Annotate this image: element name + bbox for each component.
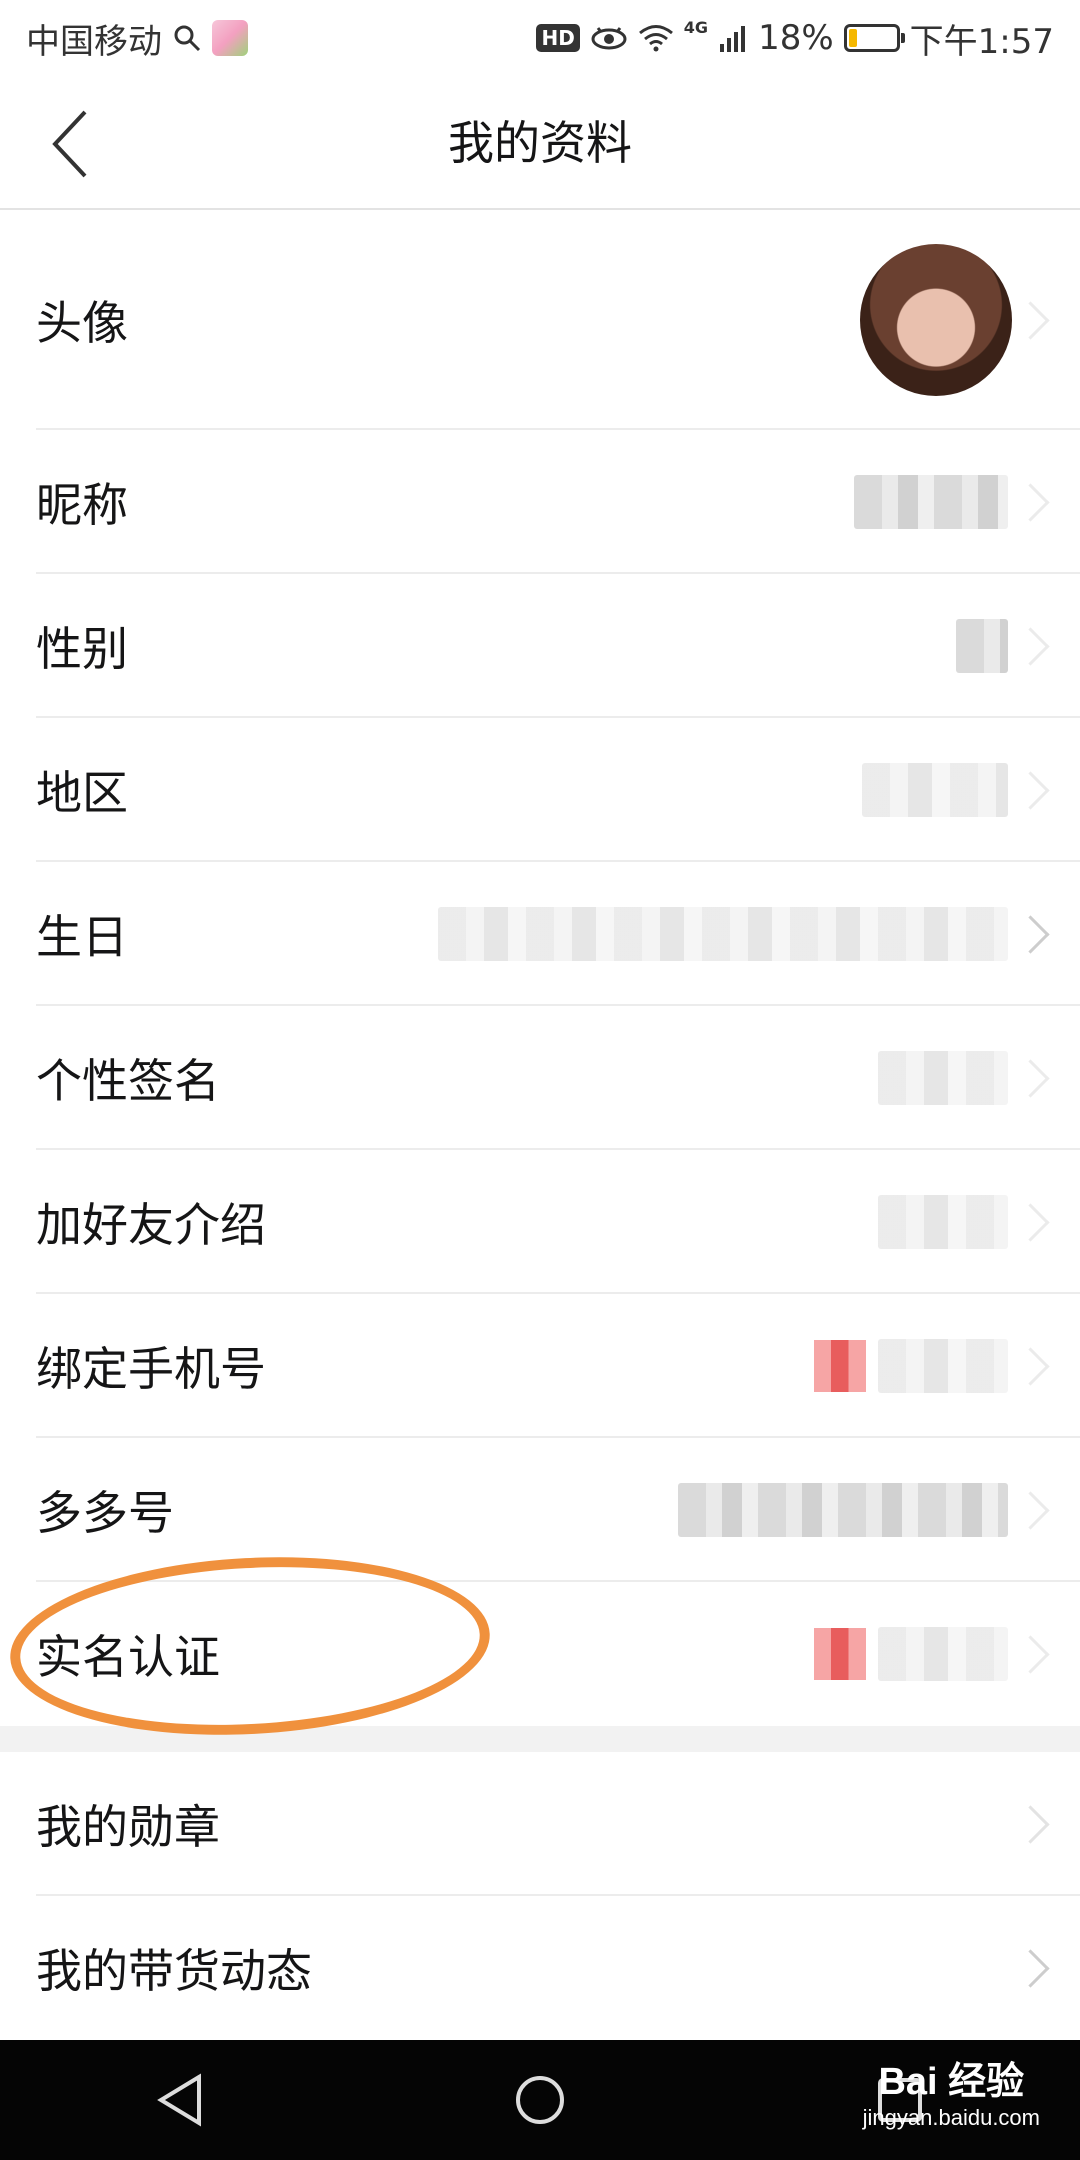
- row-label: 个性签名: [36, 1054, 220, 1108]
- chevron-right-icon: [1011, 1346, 1050, 1386]
- profile-row-friend-intro[interactable]: 加好友介绍: [0, 1150, 1080, 1294]
- row-label: 我的带货动态: [36, 1944, 312, 1998]
- profile-row-duoduo-id[interactable]: 多多号: [0, 1438, 1080, 1582]
- chevron-right-icon: [1011, 1202, 1050, 1242]
- page-title: 我的资料: [448, 116, 632, 170]
- redacted-value: [878, 1051, 1008, 1105]
- row-label: 加好友介绍: [36, 1198, 266, 1252]
- row-label: 生日: [36, 910, 128, 964]
- system-home-button[interactable]: [480, 2040, 600, 2160]
- row-value: [862, 763, 1008, 817]
- profile-row-medals[interactable]: 我的勋章: [0, 1752, 1080, 1896]
- row-value: [678, 1483, 1008, 1537]
- back-triangle-icon: [157, 2073, 201, 2127]
- clock: 下午1:57: [909, 21, 1054, 62]
- chevron-right-icon: [1011, 1058, 1050, 1098]
- chevron-right-icon: [1011, 914, 1050, 954]
- chevron-right-icon: [1011, 482, 1050, 522]
- row-label: 昵称: [36, 478, 128, 532]
- profile-row-nickname[interactable]: 昵称: [0, 430, 1080, 574]
- system-back-button[interactable]: [120, 2040, 240, 2160]
- profile-list: 头像 昵称 性别 地区 生日 个性签名 加好友介绍 绑定手机号 多多号 实名认证…: [0, 210, 1080, 2040]
- profile-row-region[interactable]: 地区: [0, 718, 1080, 862]
- redacted-value: [878, 1627, 1008, 1681]
- chevron-right-icon: [1011, 770, 1050, 810]
- battery-percent: 18%: [758, 18, 834, 58]
- redacted-value: [956, 619, 1008, 673]
- redacted-value: [862, 763, 1008, 817]
- chevron-right-icon: [1011, 626, 1050, 666]
- row-label: 实名认证: [36, 1630, 220, 1684]
- status-left: 中国移动: [26, 14, 248, 63]
- row-value: [878, 1051, 1008, 1105]
- row-value: [814, 1339, 1008, 1393]
- battery-icon: [843, 24, 905, 52]
- row-value: [860, 244, 1012, 396]
- verified-badge-icon: [814, 1628, 866, 1680]
- search-icon: [172, 23, 202, 53]
- redacted-value: [438, 907, 1008, 961]
- row-value: [854, 475, 1008, 529]
- status-bar: 中国移动 HD 4G 18% 下午1:57: [0, 0, 1080, 76]
- header: 我的资料: [0, 76, 1080, 210]
- row-value: [956, 619, 1008, 673]
- redacted-value: [854, 475, 1008, 529]
- chevron-right-icon: [1011, 300, 1050, 340]
- row-value: [438, 907, 1008, 961]
- row-value: [814, 1627, 1008, 1681]
- profile-row-birthday[interactable]: 生日: [0, 862, 1080, 1006]
- eye-care-icon: [590, 25, 628, 51]
- profile-row-promotion-feed[interactable]: 我的带货动态: [0, 1896, 1080, 2040]
- wifi-icon: [638, 24, 674, 52]
- baidu-jingyan-watermark: Bai 经验 jingyan.baidu.com: [863, 2050, 1040, 2131]
- row-label: 地区: [36, 766, 128, 820]
- chevron-right-icon: [1011, 1634, 1050, 1674]
- home-icon: [516, 2076, 564, 2124]
- watermark-main: Bai 经验: [878, 2061, 1025, 2103]
- row-label: 性别: [36, 622, 128, 676]
- verified-badge-icon: [814, 1340, 866, 1392]
- profile-row-phone[interactable]: 绑定手机号: [0, 1294, 1080, 1438]
- redacted-value: [878, 1195, 1008, 1249]
- profile-row-gender[interactable]: 性别: [0, 574, 1080, 718]
- app-notification-icon: [212, 20, 248, 56]
- watermark-sub: jingyan.baidu.com: [862, 2105, 1040, 2130]
- back-button[interactable]: [30, 104, 110, 184]
- redacted-value: [678, 1483, 1008, 1537]
- redacted-value: [878, 1339, 1008, 1393]
- section-gap: [0, 1726, 1080, 1752]
- profile-row-avatar[interactable]: 头像: [0, 210, 1080, 430]
- chevron-left-icon: [52, 110, 87, 178]
- row-label: 我的勋章: [36, 1800, 220, 1854]
- battery-level: [848, 29, 857, 47]
- row-value: [878, 1195, 1008, 1249]
- profile-row-real-name-verification[interactable]: 实名认证: [0, 1545, 1080, 1747]
- hd-icon: HD: [536, 24, 580, 52]
- row-label: 头像: [36, 296, 128, 350]
- profile-row-signature[interactable]: 个性签名: [0, 1006, 1080, 1150]
- signal-icon: [718, 24, 748, 52]
- network-type: 4G: [683, 17, 709, 37]
- status-right: HD 4G 18% 下午1:57: [536, 14, 1054, 63]
- chevron-right-icon: [1011, 1490, 1050, 1530]
- avatar: [860, 244, 1012, 396]
- row-label: 绑定手机号: [36, 1342, 266, 1396]
- row-label: 多多号: [36, 1486, 174, 1540]
- carrier-name: 中国移动: [26, 21, 162, 62]
- chevron-right-icon: [1011, 1948, 1050, 1988]
- chevron-right-icon: [1011, 1804, 1050, 1844]
